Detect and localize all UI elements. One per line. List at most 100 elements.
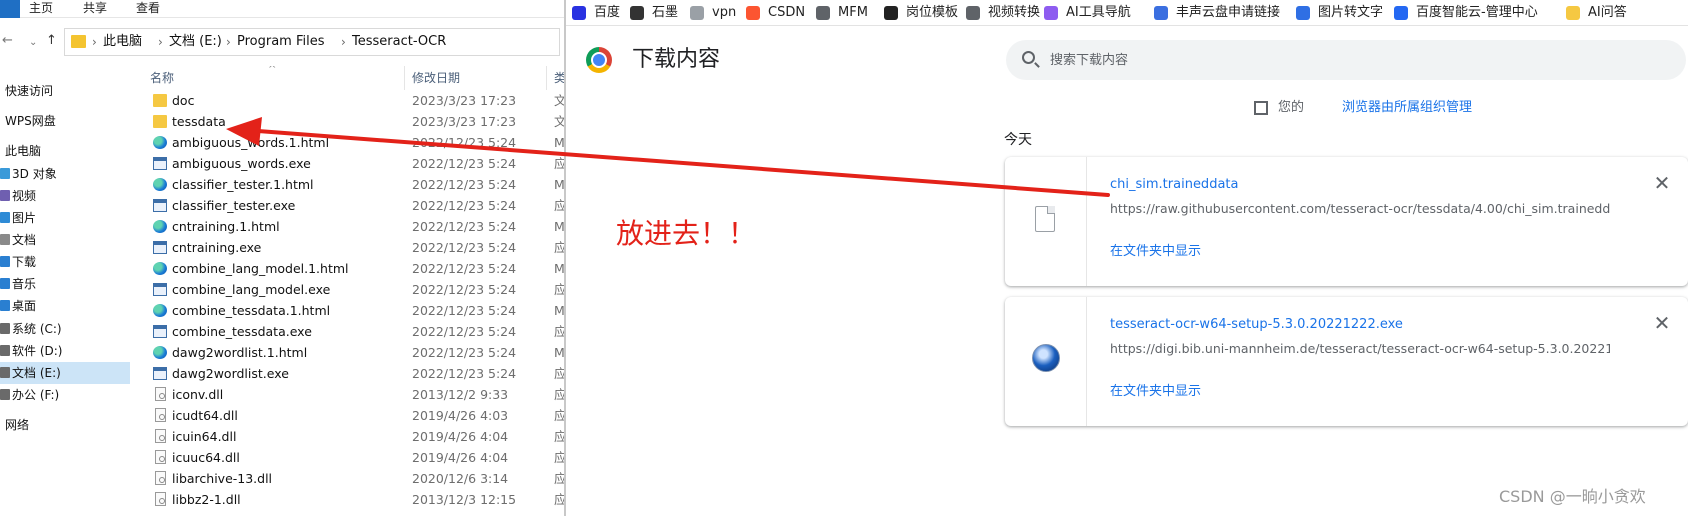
nav-downloads[interactable]: 下载 [0, 251, 130, 273]
file-name: classifier_tester.exe [172, 198, 296, 213]
dll-file-icon [155, 408, 166, 422]
folder-icon [71, 35, 86, 48]
file-date: 2013/12/2 9:33 [412, 387, 509, 402]
breadcrumb-this-pc[interactable]: 此电脑 [103, 34, 142, 50]
file-row[interactable]: libarchive-13.dll 2020/12/6 3:14 应 [132, 468, 565, 489]
breadcrumb-separator: › [158, 35, 163, 49]
tab-share[interactable]: 共享 [83, 0, 107, 16]
managed-prefix: 您的 [1278, 100, 1305, 115]
close-icon[interactable]: ✕ [1650, 171, 1674, 195]
file-row[interactable]: doc 2023/3/23 17:23 文 [132, 90, 565, 111]
nav-this-pc[interactable]: 此电脑 [0, 140, 130, 162]
file-name: icuin64.dll [172, 429, 237, 444]
file-row[interactable]: combine_lang_model.exe 2022/12/23 5:24 应 [132, 279, 565, 300]
download-filename-link[interactable]: chi_sim.traineddata [1110, 175, 1238, 195]
nav-network[interactable]: 网络 [0, 414, 130, 436]
file-name: ambiguous_words.1.html [172, 135, 330, 150]
nav-desktop[interactable]: 桌面 [0, 295, 130, 317]
download-icon-column [1005, 297, 1087, 426]
dll-file-icon [155, 492, 166, 506]
bookmark-label: 岗位模板 [906, 5, 959, 20]
download-filename-link[interactable]: tesseract-ocr-w64-setup-5.3.0.20221222.e… [1110, 315, 1403, 335]
nav-drive-e[interactable]: 文档 (E:) [0, 362, 130, 384]
file-date: 2022/12/23 5:24 [412, 324, 517, 339]
nav-3d-objects[interactable]: 3D 对象 [0, 163, 130, 185]
nav-documents[interactable]: 文档 [0, 229, 130, 251]
file-row[interactable]: libbz2-1.dll 2013/12/3 12:15 应 [132, 489, 565, 510]
file-row[interactable]: combine_tessdata.1.html 2022/12/23 5:24 M [132, 300, 565, 321]
file-row[interactable]: dawg2wordlist.exe 2022/12/23 5:24 应 [132, 363, 565, 384]
file-row[interactable]: dawg2wordlist.1.html 2022/12/23 5:24 M [132, 342, 565, 363]
nav-drive-f[interactable]: 办公 (F:) [0, 384, 130, 406]
rocket-icon [1296, 6, 1310, 20]
recent-locations-chevron-icon[interactable]: ⌄ [29, 34, 37, 52]
picture-icon [0, 212, 10, 223]
file-row[interactable]: icuin64.dll 2019/4/26 4:04 应 [132, 426, 565, 447]
up-arrow-icon[interactable]: ↑ [46, 32, 57, 50]
dll-file-icon [155, 450, 166, 464]
file-name: dawg2wordlist.exe [172, 366, 289, 381]
nav-videos[interactable]: 视频 [0, 185, 130, 207]
nav-drive-d[interactable]: 软件 (D:) [0, 340, 130, 362]
address-bar[interactable]: › 此电脑 › 文档 (E:) › Program Files › Tesser… [64, 28, 560, 56]
file-row[interactable]: classifier_tester.exe 2022/12/23 5:24 应 [132, 195, 565, 216]
close-icon[interactable]: ✕ [1650, 311, 1674, 335]
column-divider[interactable] [546, 66, 547, 90]
file-row[interactable]: icudt64.dll 2019/4/26 4:03 应 [132, 405, 565, 426]
file-date: 2019/4/26 4:04 [412, 429, 509, 444]
file-row[interactable]: cntraining.1.html 2022/12/23 5:24 M [132, 216, 565, 237]
nav-label: 音乐 [12, 277, 37, 291]
nav-label: 软件 (D:) [12, 344, 63, 358]
column-header-date[interactable]: 修改日期 [412, 66, 460, 90]
file-row[interactable]: classifier_tester.1.html 2022/12/23 5:24 M [132, 174, 565, 195]
file-date: 2022/12/23 5:24 [412, 198, 517, 213]
file-date: 2022/12/23 5:24 [412, 156, 517, 171]
search-input[interactable] [1050, 40, 1650, 80]
annotation-text: 放进去！！ [616, 217, 757, 250]
breadcrumb-tesseract-ocr[interactable]: Tesseract-OCR [352, 34, 446, 50]
search-box[interactable] [1006, 40, 1686, 80]
column-header-name[interactable]: 名称 [150, 66, 174, 90]
navigation-pane: 快速访问 WPS网盘 此电脑 3D 对象 视频 图片 文档 下载 音乐 桌面 系… [0, 66, 130, 516]
file-row[interactable]: ambiguous_words.exe 2022/12/23 5:24 应 [132, 153, 565, 174]
file-tab-button[interactable] [0, 0, 20, 18]
cube-icon [0, 168, 10, 179]
bookmark-label: AI工具导航 [1066, 5, 1131, 20]
executable-icon [153, 367, 167, 380]
file-date: 2022/12/23 5:24 [412, 219, 517, 234]
bookmark-label: 视频转换 [988, 5, 1041, 20]
folder-icon [153, 94, 167, 107]
edge-html-icon [153, 178, 167, 191]
file-row[interactable]: combine_lang_model.1.html 2022/12/23 5:24… [132, 258, 565, 279]
column-divider[interactable] [404, 66, 405, 90]
folder-icon [1566, 6, 1580, 20]
tab-home[interactable]: 主页 [29, 0, 53, 16]
breadcrumb-program-files[interactable]: Program Files [237, 34, 325, 50]
nav-pictures[interactable]: 图片 [0, 207, 130, 229]
chrome-downloads-window: 百度 石墨 vpn CSDN MFM 岗位模板 视频转换 AI工具导航 丰声云盘申请链接 图片转文… [566, 0, 1688, 516]
nav-label: 3D 对象 [12, 167, 57, 181]
tab-view[interactable]: 查看 [136, 0, 160, 16]
nav-quick-access[interactable]: 快速访问 [0, 80, 130, 102]
shimo-icon [630, 6, 644, 20]
file-row[interactable]: ambiguous_words.1.html 2022/12/23 5:24 M [132, 132, 565, 153]
nav-wps-cloud[interactable]: WPS网盘 [0, 110, 130, 132]
managed-link[interactable]: 浏览器由所属组织管理 [1342, 98, 1472, 118]
breadcrumb-drive-e[interactable]: 文档 (E:) [169, 34, 222, 50]
download-card: tesseract-ocr-w64-setup-5.3.0.20221222.e… [1005, 297, 1688, 426]
file-row[interactable]: cntraining.exe 2022/12/23 5:24 应 [132, 237, 565, 258]
nav-label: 桌面 [12, 299, 37, 313]
nav-drive-c[interactable]: 系统 (C:) [0, 318, 130, 340]
bookmark-label: AI问答 [1588, 5, 1627, 20]
file-row[interactable]: iconv.dll 2013/12/2 9:33 应 [132, 384, 565, 405]
sf-icon [884, 6, 898, 20]
file-row[interactable]: combine_tessdata.exe 2022/12/23 5:24 应 [132, 321, 565, 342]
file-list: 名称 ^ 修改日期 类 doc 2023/3/23 17:23 文 tessdata 2… [132, 66, 565, 516]
show-in-folder-link[interactable]: 在文件夹中显示 [1110, 382, 1201, 402]
show-in-folder-link[interactable]: 在文件夹中显示 [1110, 242, 1201, 262]
file-row[interactable]: icuuc64.dll 2019/4/26 4:04 应 [132, 447, 565, 468]
back-arrow-icon[interactable]: ← [2, 32, 13, 50]
nav-label: 此电脑 [5, 144, 42, 158]
nav-music[interactable]: 音乐 [0, 273, 130, 295]
file-row[interactable]: tessdata 2023/3/23 17:23 文 [132, 111, 565, 132]
